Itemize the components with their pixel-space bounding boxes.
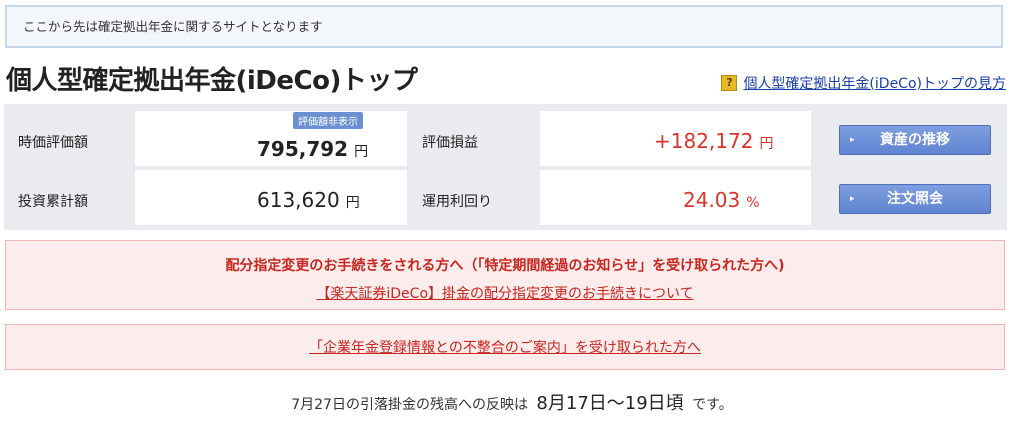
yield-cell xyxy=(540,170,811,225)
currency-unit: 円 xyxy=(759,136,774,152)
invested-value: 613,620 円 xyxy=(257,188,360,212)
yield-value: 24.03% xyxy=(683,188,760,212)
percent-unit: % xyxy=(746,195,760,211)
pension-mismatch-link[interactable]: 「企業年金登録情報との不整合のご案内」を受け取られた方へ xyxy=(309,340,701,356)
footer-date-range: 8月17日〜19日頃 xyxy=(536,393,684,414)
gain-amount: +182,172 xyxy=(654,129,754,153)
yield-label: 運用利回り xyxy=(422,194,492,210)
allocation-change-link[interactable]: 【楽天証券iDeCo】掛金の配分指定変更のお手続きについて xyxy=(316,286,693,302)
gain-value: +182,172 円 xyxy=(654,129,773,153)
arrow-right-icon: ▸ xyxy=(850,135,855,145)
page-title: 個人型確定拠出年金(iDeCo)トップ xyxy=(6,66,418,96)
footer-prefix: 7月27日の引落掛金の残高への反映は xyxy=(291,397,528,413)
currency-unit: 円 xyxy=(354,144,369,160)
arrow-right-icon: ▸ xyxy=(850,194,855,204)
order-inquiry-button[interactable]: ▸ 注文照会 xyxy=(839,184,991,214)
asset-trend-label: 資産の推移 xyxy=(880,132,950,148)
asset-trend-button[interactable]: ▸ 資産の推移 xyxy=(839,125,991,155)
market-value: 795,792 円 xyxy=(257,137,368,161)
market-value-label: 時価評価額 xyxy=(18,135,88,151)
question-icon: ? xyxy=(721,75,738,91)
invested-amount: 613,620 xyxy=(257,188,340,212)
hide-value-badge[interactable]: 評価額非表示 xyxy=(293,112,363,129)
help-link[interactable]: 個人型確定拠出年金(iDeCo)トップの見方 xyxy=(743,73,1006,93)
yield-amount: 24.03 xyxy=(683,188,741,212)
alert-heading: 配分指定変更のお手続きをされる方へ（「特定期間経過のお知らせ」を受け取られた方へ… xyxy=(225,258,785,274)
order-inquiry-label: 注文照会 xyxy=(887,191,943,207)
pension-mismatch-alert: 「企業年金登録情報との不整合のご案内」を受け取られた方へ xyxy=(5,324,1005,370)
invested-label: 投資累計額 xyxy=(18,194,88,210)
reflection-notice: 7月27日の引落掛金の残高への反映は 8月17日〜19日頃 です。 xyxy=(0,389,1024,415)
summary-panel: 時価評価額 投資累計額 評価損益 運用利回り 795,792 円 613,620 円… xyxy=(4,104,1007,230)
help-link-group[interactable]: ? 個人型確定拠出年金(iDeCo)トップの見方 xyxy=(721,73,1006,93)
allocation-change-alert: 配分指定変更のお手続きをされる方へ（「特定期間経過のお知らせ」を受け取られた方へ… xyxy=(5,240,1005,310)
currency-unit: 円 xyxy=(345,195,360,211)
notice-text: ここから先は確定拠出年金に関するサイトとなります xyxy=(23,19,323,34)
footer-suffix: です。 xyxy=(692,397,733,413)
gain-label: 評価損益 xyxy=(422,135,478,151)
site-notice: ここから先は確定拠出年金に関するサイトとなります xyxy=(5,5,1003,48)
market-value-amount: 795,792 xyxy=(257,137,349,161)
